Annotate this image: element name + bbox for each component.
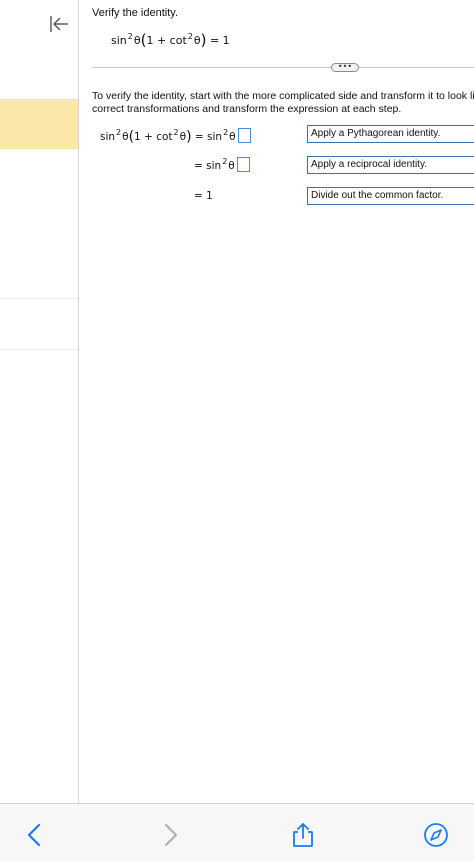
close-paren: ): [200, 31, 207, 49]
share-icon[interactable]: [290, 822, 316, 848]
step-3-equation: = 1: [194, 190, 213, 202]
one-plus: 1 +: [146, 34, 167, 47]
fn-sin: sin: [111, 34, 127, 47]
variable: θ: [133, 34, 141, 47]
fn-sin: sin: [100, 131, 116, 143]
chevron-right-icon[interactable]: [157, 822, 183, 848]
selected-question-highlight[interactable]: [0, 99, 78, 149]
instructions-line: correct transformations and transform th…: [92, 102, 402, 115]
step-3-rhs: = 1: [194, 190, 213, 202]
step-2-reason[interactable]: Apply a reciprocal identity.: [307, 156, 474, 174]
rail-divider: [0, 298, 78, 299]
power: 2: [223, 128, 229, 137]
browser-toolbar: [0, 803, 474, 861]
variable: θ: [229, 131, 236, 143]
question-prompt: Verify the identity.: [92, 7, 179, 19]
identity-rhs: = 1: [209, 34, 230, 47]
fn-cot: cot: [169, 34, 187, 47]
instructions: To verify the identity, start with the m…: [92, 90, 474, 115]
power: 2: [222, 157, 228, 166]
instructions-line: To verify the identity, start with the m…: [92, 90, 474, 102]
power: 2: [173, 128, 179, 137]
one-plus: 1 +: [134, 131, 153, 143]
step-2-rhs: = sin: [194, 160, 222, 172]
question-panel: Verify the identity. sin2θ(1 + cot2θ) = …: [79, 0, 474, 803]
step-1-equation: sin2θ(1 + cot2θ) = sin2θ: [100, 128, 251, 145]
step-2-answer-input[interactable]: [236, 157, 250, 172]
variable: θ: [228, 160, 235, 172]
power: 2: [116, 128, 122, 137]
power: 2: [187, 32, 193, 41]
collapse-left-icon[interactable]: [48, 13, 70, 35]
step-1-answer-input[interactable]: [237, 128, 251, 143]
left-rail: [0, 0, 79, 803]
variable: θ: [193, 34, 201, 47]
fn-cot: cot: [156, 131, 173, 143]
step-2-equation: = sin2θ: [194, 157, 250, 172]
section-divider: [92, 67, 474, 68]
identity-expression: sin2θ(1 + cot2θ) = 1: [111, 31, 230, 49]
more-button[interactable]: •••: [331, 63, 359, 72]
chevron-left-icon[interactable]: [22, 822, 48, 848]
compass-icon[interactable]: [423, 822, 449, 848]
step-1-rhs: = sin: [194, 131, 223, 143]
power: 2: [127, 32, 133, 41]
close-paren: ): [186, 129, 192, 145]
step-1-reason[interactable]: Apply a Pythagorean identity.: [307, 125, 474, 143]
step-3-reason[interactable]: Divide out the common factor.: [307, 187, 474, 205]
rail-divider: [0, 349, 78, 350]
